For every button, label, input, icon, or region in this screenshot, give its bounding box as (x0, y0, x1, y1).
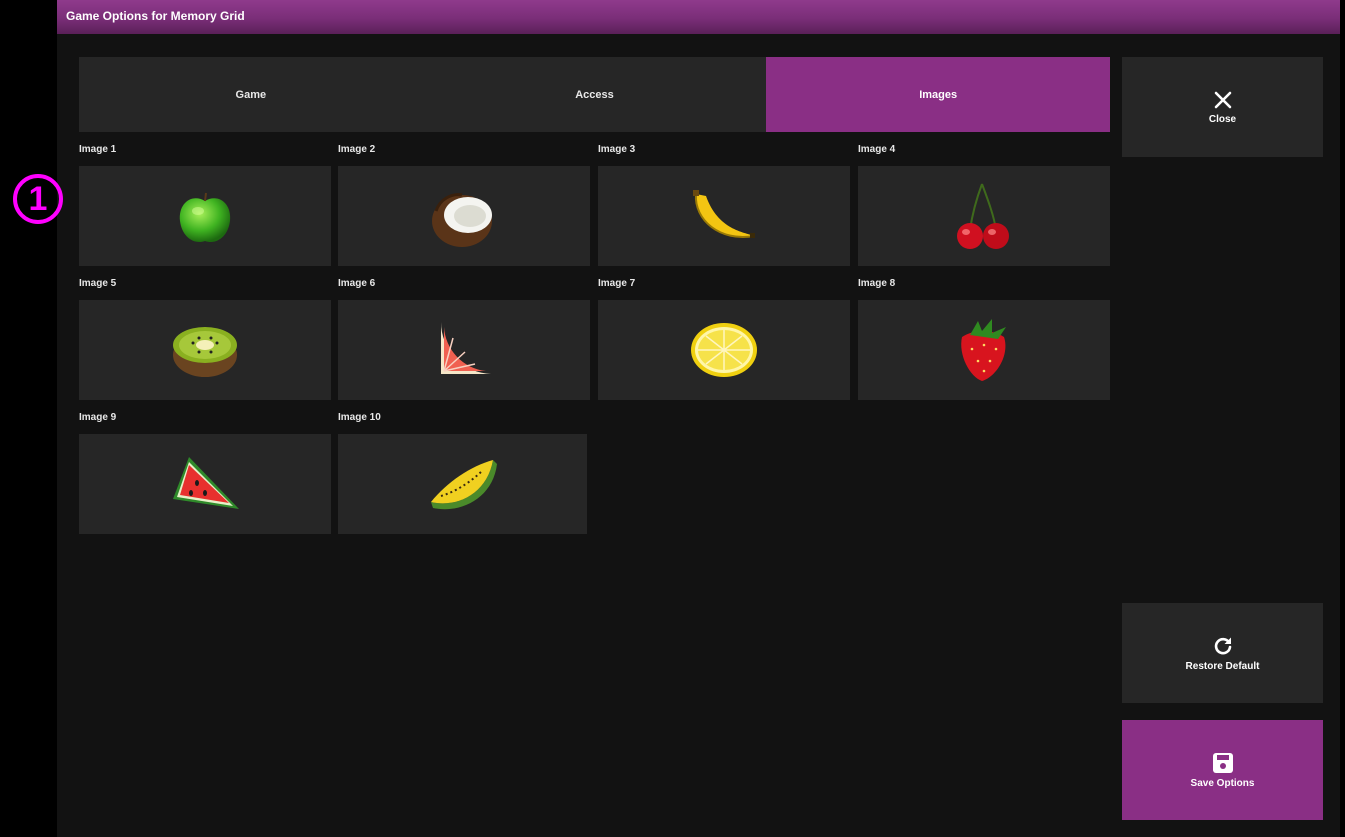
save-icon (1212, 752, 1233, 773)
image-slot-label: Image 6 (338, 278, 376, 289)
grapefruit-slice-icon (441, 322, 491, 374)
annotation-marker: 1 (11, 172, 65, 226)
restore-default-button[interactable]: Restore Default (1122, 603, 1323, 703)
game-options-window: Game Options for Memory Grid Game Access… (57, 0, 1340, 837)
image-tile[interactable] (338, 300, 590, 400)
annotation-number: 1 (28, 179, 48, 218)
lemon-half-icon (691, 323, 757, 377)
window-title: Game Options for Memory Grid (66, 9, 245, 23)
image-tile[interactable] (79, 434, 331, 534)
cherries-icon (957, 183, 1009, 249)
image-tile[interactable] (858, 166, 1110, 266)
tab-bar: Game Access Images (79, 57, 1111, 132)
coconut-icon (432, 193, 492, 247)
image-tile[interactable] (858, 300, 1110, 400)
save-options-label: Save Options (1190, 777, 1255, 789)
tab-images[interactable]: Images (766, 57, 1111, 132)
save-options-button[interactable]: Save Options (1122, 720, 1323, 820)
image-slot-label: Image 4 (858, 144, 896, 155)
image-tile[interactable] (338, 166, 590, 266)
kiwi-icon (173, 327, 237, 377)
melon-slice-icon (430, 460, 497, 510)
restore-default-label: Restore Default (1185, 660, 1260, 672)
image-tile[interactable] (338, 434, 587, 534)
image-slot-label: Image 8 (858, 278, 896, 289)
image-tile[interactable] (598, 300, 850, 400)
tab-access[interactable]: Access (422, 57, 767, 132)
image-tile[interactable] (598, 166, 850, 266)
image-slot-label: Image 3 (598, 144, 636, 155)
title-bar: Game Options for Memory Grid (57, 0, 1340, 34)
image-tile[interactable] (79, 300, 331, 400)
close-icon (1214, 91, 1231, 108)
image-slot-label: Image 2 (338, 144, 376, 155)
close-button[interactable]: Close (1122, 57, 1323, 157)
banana-icon (693, 190, 755, 238)
green-apple-icon (179, 192, 231, 243)
image-slot-label: Image 7 (598, 278, 636, 289)
watermelon-slice-icon (173, 457, 239, 509)
image-slot-label: Image 1 (79, 144, 117, 155)
strawberry-icon (961, 319, 1006, 381)
tab-game[interactable]: Game (79, 57, 423, 132)
image-slot-label: Image 10 (338, 412, 381, 423)
close-button-label: Close (1208, 113, 1237, 125)
refresh-icon (1214, 637, 1231, 654)
image-tile[interactable] (79, 166, 331, 266)
image-slot-label: Image 9 (79, 412, 117, 423)
image-slot-label: Image 5 (79, 278, 117, 289)
